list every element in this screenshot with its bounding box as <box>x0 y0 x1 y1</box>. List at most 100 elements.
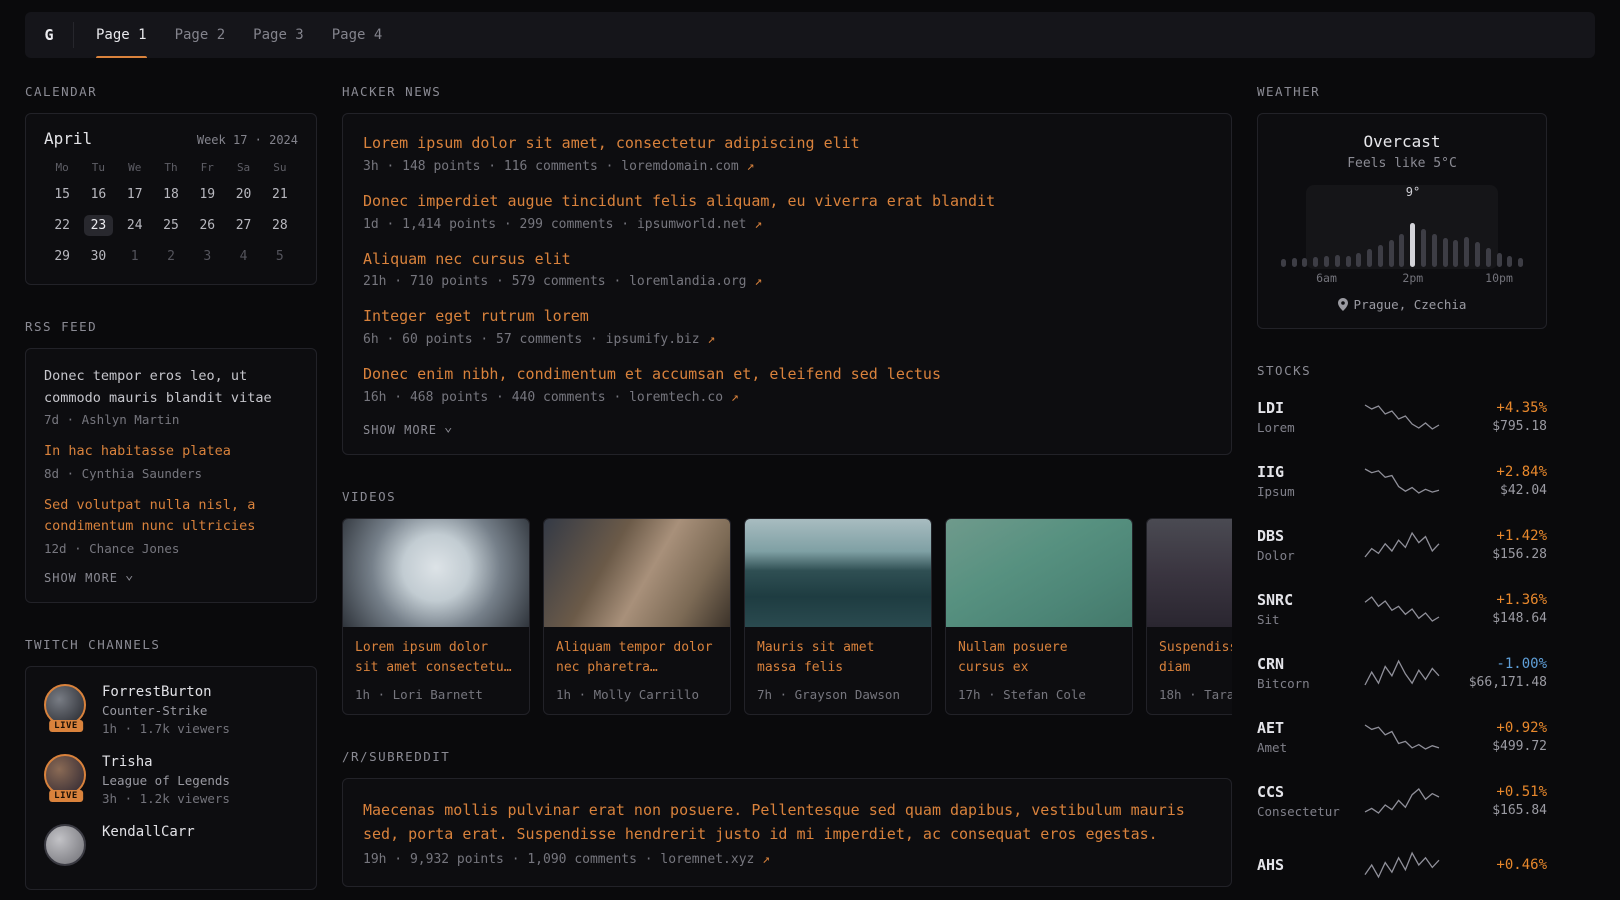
video-title[interactable]: Nullam posuere cursus ex <box>958 638 1120 678</box>
stock-symbol: LDI <box>1257 399 1349 417</box>
stock-row[interactable]: AETAmet+0.92%$499.72 <box>1257 712 1547 762</box>
video-title[interactable]: Suspendisse faucibus diam <box>1159 638 1232 678</box>
hacker-news-domain-link[interactable]: loremtech.co <box>629 390 723 405</box>
weather-bar-slot <box>1278 259 1289 267</box>
stock-info: DBSDolor <box>1257 527 1349 563</box>
stock-name: Sit <box>1257 612 1349 627</box>
stock-sparkline-wrap <box>1349 850 1455 880</box>
left-column: CALENDAR April Week 17 · 2024 MoTuWeThFr… <box>25 84 317 890</box>
subreddit-post-title[interactable]: Maecenas mollis pulvinar erat non posuer… <box>363 798 1211 846</box>
weather-bar <box>1313 257 1318 267</box>
twitch-channel[interactable]: KendallCarr <box>44 824 298 872</box>
hacker-news-title[interactable]: Donec enim nibh, condimentum et accumsan… <box>363 364 1211 386</box>
calendar-month: April <box>44 129 92 148</box>
stock-price: $156.28 <box>1455 547 1547 562</box>
hacker-news-title[interactable]: Aliquam nec cursus elit <box>363 249 1211 271</box>
section-title-subreddit: /R/SUBREDDIT <box>342 749 1232 764</box>
external-link-icon: ↗ <box>723 390 739 405</box>
section-title-hacker-news: HACKER NEWS <box>342 84 1232 99</box>
calendar-day: 16 <box>80 184 116 205</box>
video-meta: 1h · Molly Carrillo <box>556 687 718 702</box>
tab-page-1[interactable]: Page 1 <box>82 12 161 58</box>
video-thumbnail <box>1147 519 1232 627</box>
stock-row[interactable]: AHS+0.46% <box>1257 840 1547 890</box>
video-card[interactable]: Aliquam tempor dolor nec pharetra… 1h · M… <box>543 518 731 715</box>
weather-bar-slot <box>1332 255 1343 267</box>
weather-bar <box>1356 253 1361 267</box>
video-card[interactable]: Mauris sit amet massa felis7h · Grayson … <box>744 518 932 715</box>
hacker-news-item: Integer eget rutrum lorem6h · 60 points … <box>363 306 1211 347</box>
hacker-news-meta: 21h · 710 points · 579 comments · loreml… <box>363 274 1211 289</box>
rss-item-meta: 12d · Chance Jones <box>44 541 298 556</box>
videos-widget: VIDEOS Lorem ipsum dolor sit amet consec… <box>342 489 1232 715</box>
rss-item-title[interactable]: Donec tempor eros leo, ut commodo mauris… <box>44 366 298 409</box>
video-card-body: Aliquam tempor dolor nec pharetra… 1h · M… <box>544 627 730 714</box>
tab-page-3[interactable]: Page 3 <box>239 12 318 58</box>
video-card[interactable]: Nullam posuere cursus ex17h · Stefan Col… <box>945 518 1133 715</box>
twitch-channel-name: ForrestBurton <box>102 684 230 700</box>
hacker-news-title[interactable]: Integer eget rutrum lorem <box>363 306 1211 328</box>
hacker-news-domain-link[interactable]: loremlandia.org <box>629 274 746 289</box>
stock-row[interactable]: DBSDolor+1.42%$156.28 <box>1257 520 1547 570</box>
calendar-day: 2 <box>153 246 189 267</box>
rss-item: In hac habitasse platea8d · Cynthia Saun… <box>44 441 298 481</box>
stock-name: Lorem <box>1257 420 1349 435</box>
rss-item-title[interactable]: Sed volutpat nulla nisl, a condimentum n… <box>44 495 298 538</box>
stock-row[interactable]: SNRCSit+1.36%$148.64 <box>1257 584 1547 634</box>
weather-bar-slot <box>1364 249 1375 267</box>
hacker-news-meta: 1d · 1,414 points · 299 comments · ipsum… <box>363 217 1211 232</box>
hacker-news-title[interactable]: Lorem ipsum dolor sit amet, consectetur … <box>363 133 1211 155</box>
tab-page-4[interactable]: Page 4 <box>318 12 397 58</box>
weather-bar-slot <box>1353 253 1364 267</box>
calendar-day-number: 24 <box>120 215 150 236</box>
hacker-news-domain-link[interactable]: ipsumworld.net <box>637 217 747 232</box>
video-card[interactable]: Suspendisse faucibus diam18h · Tara Moor… <box>1146 518 1232 715</box>
hacker-news-title[interactable]: Donec imperdiet augue tincidunt felis al… <box>363 191 1211 213</box>
stock-row[interactable]: LDILorem+4.35%$795.18 <box>1257 392 1547 442</box>
stock-sparkline <box>1363 466 1441 496</box>
calendar-day-number: 29 <box>47 246 77 267</box>
video-card[interactable]: Lorem ipsum dolor sit amet consectetu… 1h… <box>342 518 530 715</box>
calendar-day-number: 4 <box>233 246 255 267</box>
stock-sparkline <box>1363 786 1441 816</box>
rss-show-more-button[interactable]: SHOW MORE ⌄ <box>44 571 134 585</box>
calendar-day: 17 <box>117 184 153 205</box>
weather-location-row: Prague, Czechia <box>1276 297 1528 312</box>
stocks-widget: STOCKS LDILorem+4.35%$795.18IIGIpsum+2.8… <box>1257 363 1547 890</box>
hacker-news-meta: 16h · 468 points · 440 comments · loremt… <box>363 390 1211 405</box>
stock-row[interactable]: IIGIpsum+2.84%$42.04 <box>1257 456 1547 506</box>
calendar-day: 28 <box>262 215 298 236</box>
video-title[interactable]: Aliquam tempor dolor nec pharetra… <box>556 638 718 678</box>
subreddit-domain-link[interactable]: loremnet.xyz <box>660 852 754 867</box>
stock-sparkline <box>1363 850 1441 880</box>
app-logo[interactable]: G <box>25 12 73 58</box>
external-link-icon: ↗ <box>700 332 716 347</box>
video-meta: 1h · Lori Barnett <box>355 687 517 702</box>
weather-bar <box>1367 249 1372 267</box>
weather-bar <box>1497 253 1502 267</box>
calendar-week-year: Week 17 · 2024 <box>197 133 298 147</box>
stock-row[interactable]: CRNBitcorn-1.00%$66,171.48 <box>1257 648 1547 698</box>
hacker-news-domain-link[interactable]: ipsumify.biz <box>606 332 700 347</box>
tab-page-2[interactable]: Page 2 <box>161 12 240 58</box>
video-title[interactable]: Lorem ipsum dolor sit amet consectetu… <box>355 638 517 678</box>
rss-item-title[interactable]: In hac habitasse platea <box>44 441 298 463</box>
stock-values: +1.36%$148.64 <box>1455 592 1547 626</box>
twitch-channel-name: KendallCarr <box>102 824 195 840</box>
stock-row[interactable]: CCSConsectetur+0.51%$165.84 <box>1257 776 1547 826</box>
twitch-channel[interactable]: LIVEForrestBurtonCounter-Strike1h · 1.7k… <box>44 684 298 736</box>
stock-values: +0.51%$165.84 <box>1455 784 1547 818</box>
live-badge: LIVE <box>49 720 83 732</box>
weather-bar-slot <box>1300 258 1311 267</box>
twitch-channel[interactable]: LIVETrishaLeague of Legends3h · 1.2k vie… <box>44 754 298 806</box>
weather-box: Overcast Feels like 5°C 9° 6am2pm10pm Pr… <box>1257 113 1547 329</box>
twitch-channel-list: LIVEForrestBurtonCounter-Strike1h · 1.7k… <box>25 666 317 890</box>
weather-bar <box>1292 258 1297 267</box>
calendar-day-number: 23 <box>84 215 114 236</box>
section-title-weather: WEATHER <box>1257 84 1547 99</box>
weather-bar-slot <box>1515 258 1526 267</box>
hn-show-more-button[interactable]: SHOW MORE ⌄ <box>363 423 453 437</box>
video-title[interactable]: Mauris sit amet massa felis <box>757 638 919 678</box>
hacker-news-domain-link[interactable]: loremdomain.com <box>621 159 738 174</box>
twitch-channel-game: Counter-Strike <box>102 703 230 718</box>
